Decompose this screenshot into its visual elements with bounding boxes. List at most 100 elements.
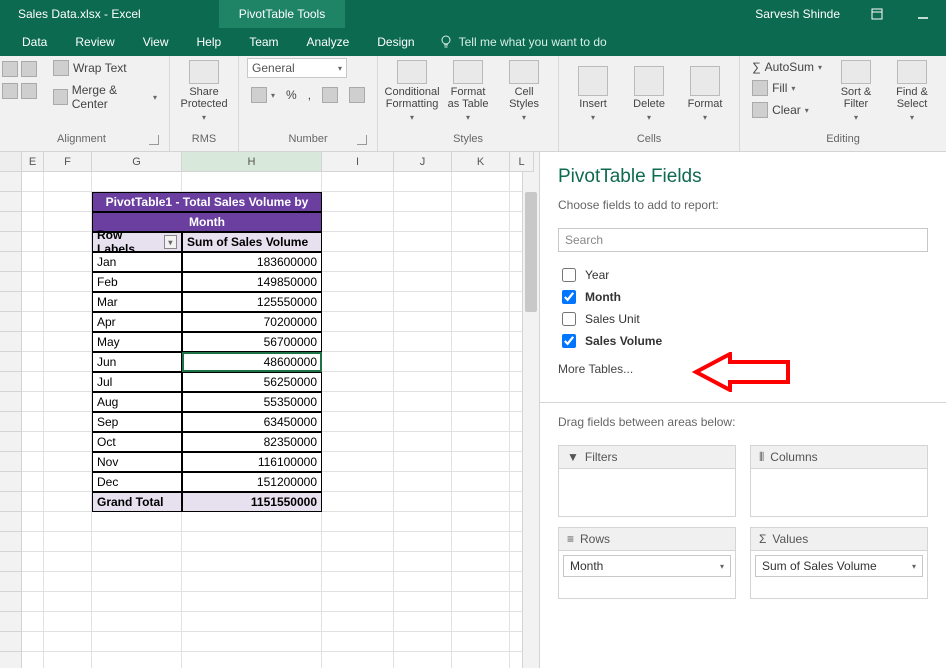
format-cells-button[interactable]: Format▾ (679, 58, 731, 124)
insert-cells-button[interactable]: Insert▾ (567, 58, 619, 124)
row-header[interactable] (0, 252, 22, 272)
cell[interactable] (452, 292, 510, 312)
field-checkbox[interactable] (562, 290, 576, 304)
cell[interactable] (322, 532, 394, 552)
cell[interactable] (44, 332, 92, 352)
cell[interactable] (22, 452, 44, 472)
cell[interactable] (452, 592, 510, 612)
row-header[interactable] (0, 432, 22, 452)
format-as-table-button[interactable]: Format as Table▾ (442, 58, 494, 124)
find-select-button[interactable]: Find & Select▾ (886, 58, 938, 124)
delete-cells-button[interactable]: Delete▾ (623, 58, 675, 124)
field-checkbox[interactable] (562, 312, 576, 326)
cell[interactable] (452, 412, 510, 432)
cell[interactable] (452, 312, 510, 332)
user-name[interactable]: Sarvesh Shinde (741, 7, 854, 21)
cell[interactable] (22, 232, 44, 252)
cell[interactable] (322, 432, 394, 452)
cell[interactable] (44, 212, 92, 232)
cell[interactable] (322, 192, 394, 212)
share-protected-button[interactable]: Share Protected▾ (178, 58, 230, 124)
field-search-input[interactable]: Search (558, 228, 928, 252)
cell[interactable] (452, 212, 510, 232)
cell[interactable] (44, 512, 92, 532)
cell[interactable] (322, 232, 394, 252)
cell[interactable] (452, 452, 510, 472)
cell[interactable] (92, 532, 182, 552)
column-header-L[interactable]: L (510, 152, 534, 172)
cell[interactable] (394, 572, 452, 592)
row-header[interactable] (0, 272, 22, 292)
select-all-corner[interactable] (0, 152, 22, 172)
cell[interactable] (394, 192, 452, 212)
cell[interactable] (452, 332, 510, 352)
row-header[interactable] (0, 192, 22, 212)
cell[interactable] (182, 612, 322, 632)
pivot-row-label[interactable]: Dec (92, 472, 182, 492)
cell[interactable] (182, 172, 322, 192)
cell[interactable] (44, 352, 92, 372)
percent-button[interactable]: % (282, 85, 301, 105)
cell[interactable] (44, 372, 92, 392)
row-header[interactable] (0, 292, 22, 312)
cell[interactable] (92, 512, 182, 532)
cell[interactable] (22, 632, 44, 652)
cell[interactable] (394, 392, 452, 412)
row-header[interactable] (0, 592, 22, 612)
cell[interactable] (452, 472, 510, 492)
row-header[interactable] (0, 332, 22, 352)
row-header[interactable] (0, 652, 22, 668)
more-tables-link[interactable]: More Tables... (540, 356, 946, 382)
field-month[interactable]: Month (558, 286, 928, 308)
field-sales-unit[interactable]: Sales Unit (558, 308, 928, 330)
pivot-row-value[interactable]: 55350000 (182, 392, 322, 412)
cell[interactable] (92, 552, 182, 572)
row-header[interactable] (0, 452, 22, 472)
cell[interactable] (394, 612, 452, 632)
row-header[interactable] (0, 532, 22, 552)
vertical-scrollbar[interactable] (522, 172, 539, 668)
cell[interactable] (322, 592, 394, 612)
cell[interactable] (322, 352, 394, 372)
pivot-row-value[interactable]: 149850000 (182, 272, 322, 292)
cell[interactable] (22, 532, 44, 552)
cell[interactable] (322, 332, 394, 352)
field-year[interactable]: Year (558, 264, 928, 286)
cell[interactable] (182, 552, 322, 572)
cell[interactable] (452, 232, 510, 252)
menu-analyze[interactable]: Analyze (293, 28, 364, 56)
column-header-K[interactable]: K (452, 152, 510, 172)
field-checkbox[interactable] (562, 334, 576, 348)
pivot-row-value[interactable]: 70200000 (182, 312, 322, 332)
worksheet[interactable]: EFGHIJKL PivotTable1 - Total Sales Volum… (0, 152, 540, 668)
cell[interactable] (92, 172, 182, 192)
cell[interactable] (182, 632, 322, 652)
cell[interactable] (22, 572, 44, 592)
cell[interactable] (452, 172, 510, 192)
cell[interactable] (22, 312, 44, 332)
align-middle-icon[interactable] (21, 61, 37, 77)
row-labels-filter-button[interactable]: ▾ (164, 235, 177, 249)
cell[interactable] (182, 572, 322, 592)
cell[interactable] (394, 632, 452, 652)
cell[interactable] (44, 312, 92, 332)
cell[interactable] (44, 432, 92, 452)
cell[interactable] (394, 452, 452, 472)
row-header[interactable] (0, 372, 22, 392)
cell[interactable] (44, 192, 92, 212)
cell[interactable] (44, 472, 92, 492)
cell[interactable] (322, 372, 394, 392)
cell[interactable] (92, 632, 182, 652)
cell[interactable] (322, 552, 394, 572)
cell[interactable] (22, 212, 44, 232)
cell[interactable] (44, 452, 92, 472)
cell[interactable] (22, 252, 44, 272)
cell[interactable] (394, 232, 452, 252)
pivot-row-value[interactable]: 183600000 (182, 252, 322, 272)
column-header-G[interactable]: G (92, 152, 182, 172)
cell[interactable] (322, 252, 394, 272)
cell[interactable] (452, 612, 510, 632)
pivot-row-label[interactable]: Jan (92, 252, 182, 272)
cell[interactable] (322, 392, 394, 412)
pivot-row-label[interactable]: Jun (92, 352, 182, 372)
